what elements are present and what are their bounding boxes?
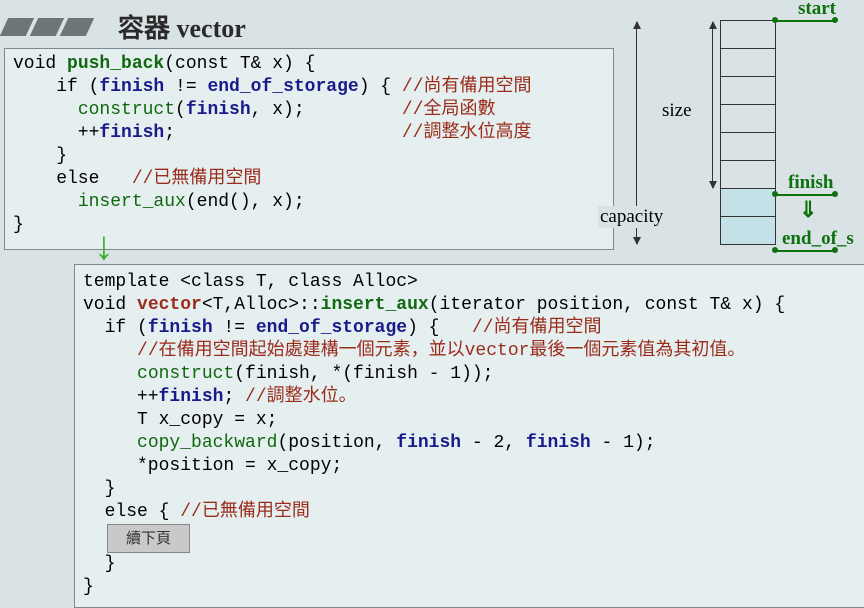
page-title: 容器 vector <box>118 8 246 45</box>
start-pointer-dot <box>832 17 838 23</box>
code-push-back: void push_back(const T& x) { if (finish … <box>13 53 605 237</box>
capacity-label: capacity <box>598 206 665 228</box>
title-bar: 容器 vector <box>4 8 246 45</box>
cell-reserved <box>721 217 775 245</box>
decoration-trapezoid <box>30 18 64 36</box>
finish-pointer-dot <box>772 191 778 197</box>
start-pointer-dot <box>772 17 778 23</box>
decoration-trapezoid <box>0 18 34 36</box>
eos-pointer-dot <box>772 247 778 253</box>
finish-pointer-dot <box>832 191 838 197</box>
vector-diagram: size capacity start finish ⇓ end_of_s <box>600 4 862 264</box>
cell <box>721 105 775 133</box>
size-dimension <box>712 22 713 188</box>
eos-pointer-dot <box>832 247 838 253</box>
cell <box>721 21 775 49</box>
cell <box>721 161 775 189</box>
size-label: size <box>660 100 694 122</box>
code-box-push-back: void push_back(const T& x) { if (finish … <box>4 48 614 250</box>
end-of-storage-label: end_of_s <box>782 228 854 250</box>
finish-label: finish <box>788 172 833 194</box>
cell <box>721 49 775 77</box>
cell <box>721 77 775 105</box>
cell-reserved <box>721 189 775 217</box>
finish-pointer-line <box>775 194 835 196</box>
decoration-trapezoid <box>60 18 94 36</box>
eos-pointer-line <box>775 250 835 252</box>
start-pointer-line <box>775 20 835 22</box>
code-insert-aux: template <class T, class Alloc> void vec… <box>83 271 857 599</box>
vector-cells <box>720 20 776 245</box>
cell <box>721 133 775 161</box>
continue-button[interactable]: 續下頁 <box>107 524 190 553</box>
down-arrow-icon: ⇓ <box>799 198 817 224</box>
code-box-insert-aux: template <class T, class Alloc> void vec… <box>74 264 864 608</box>
start-label: start <box>798 0 836 20</box>
